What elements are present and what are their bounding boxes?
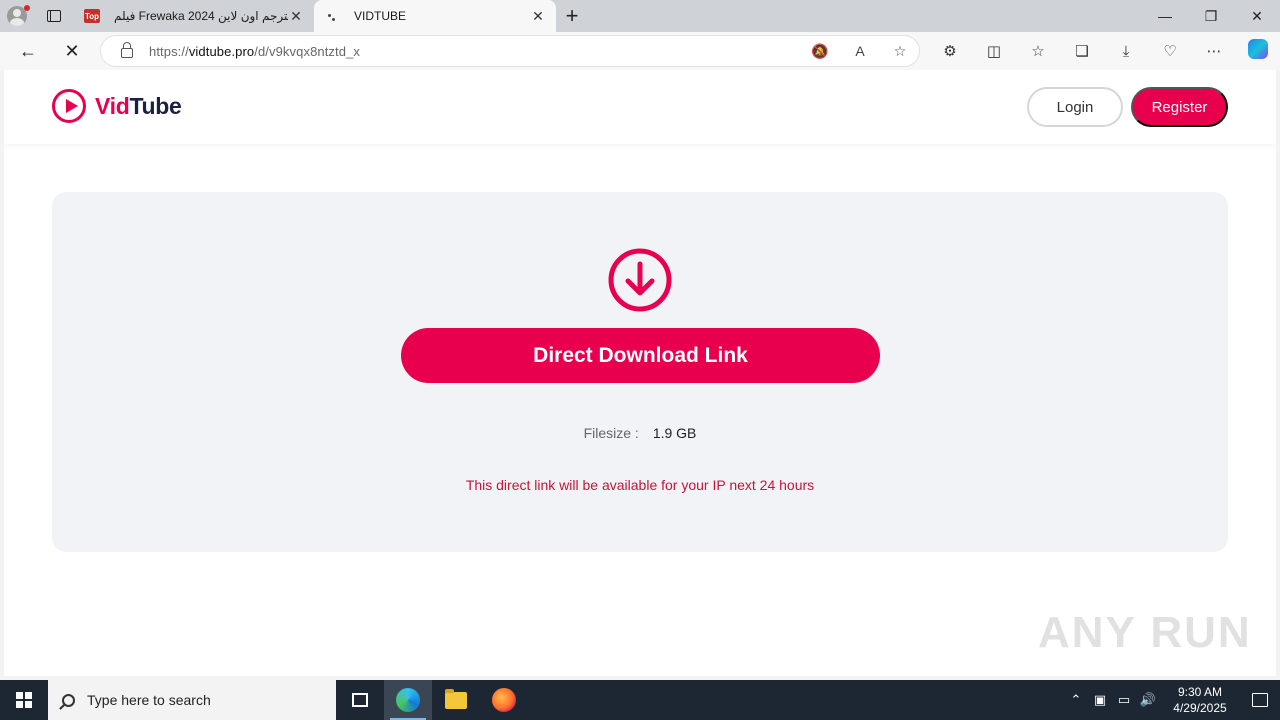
new-tab-button[interactable]: + — [556, 0, 588, 32]
url-path: /d/v9kvqx8ntztd_x — [254, 43, 361, 59]
extensions-icon[interactable]: ⚙ — [928, 42, 972, 60]
profile-button[interactable] — [0, 0, 34, 32]
taskbar-search[interactable]: Type here to search — [48, 680, 336, 720]
chevron-up-icon[interactable]: ⌃ — [1064, 692, 1088, 708]
notification-icon — [1252, 693, 1268, 707]
search-icon — [62, 693, 75, 707]
close-window-button[interactable]: ✕ — [1234, 0, 1280, 32]
edge-icon — [396, 688, 420, 712]
tab-strip: Top فيلم Frewaka 2024 مترجم اون لاين ✕ V… — [0, 0, 1280, 32]
collections-icon[interactable]: ❏ — [1060, 42, 1104, 60]
notifications-blocked-icon[interactable]: 🔕 — [811, 43, 829, 60]
task-view-icon — [352, 693, 368, 707]
filesize-label: Filesize : — [583, 425, 639, 441]
tab-title: VIDTUBE — [354, 9, 407, 23]
clock-time: 9:30 AM — [1177, 685, 1223, 699]
copilot-icon[interactable] — [1236, 39, 1280, 63]
filesize-row: Filesize : 1.9 GB — [52, 425, 1228, 441]
clock[interactable]: 9:30 AM 4/29/2025 — [1160, 684, 1240, 716]
browser-toolbar: ← ✕ https://vidtube.pro/d/v9kvqx8ntztd_x… — [0, 32, 1280, 70]
read-aloud-icon[interactable]: A — [851, 43, 869, 59]
back-button[interactable]: ← — [6, 32, 50, 70]
notification-center-button[interactable] — [1240, 680, 1280, 720]
firefox-taskbar-button[interactable] — [480, 680, 528, 720]
loading-icon — [324, 8, 340, 24]
url-text[interactable]: https://vidtube.pro/d/v9kvqx8ntztd_x — [149, 44, 360, 59]
firefox-icon — [492, 688, 516, 712]
downloads-icon[interactable]: ⤓ — [1104, 43, 1148, 60]
windows-logo-icon — [16, 692, 32, 708]
more-menu-icon[interactable]: ⋯ — [1192, 42, 1236, 60]
register-button[interactable]: Register — [1131, 87, 1228, 127]
file-explorer-button[interactable] — [432, 680, 480, 720]
web-page: VidTube Login Register Direct Download L… — [4, 70, 1276, 676]
meet-now-icon[interactable]: ▣ — [1088, 692, 1112, 708]
task-view-button[interactable] — [336, 680, 384, 720]
split-screen-icon[interactable]: ◫ — [972, 42, 1016, 60]
window-controls: — ❐ ✕ — [1142, 0, 1280, 32]
filesize-value: 1.9 GB — [652, 425, 697, 441]
browser-essentials-icon[interactable]: ♡ — [1148, 42, 1192, 60]
address-bar[interactable]: https://vidtube.pro/d/v9kvqx8ntztd_x 🔕 A… — [100, 35, 920, 67]
tab-actions-button[interactable] — [34, 0, 74, 32]
tab-title: فيلم Frewaka 2024 مترجم اون لاين — [114, 9, 288, 23]
login-button[interactable]: Login — [1027, 87, 1123, 127]
url-host: vidtube.pro — [188, 43, 255, 59]
download-card: Direct Download Link Filesize : 1.9 GB Th… — [52, 192, 1228, 552]
tab-actions-icon — [47, 10, 61, 22]
download-arrow-icon — [608, 248, 672, 312]
close-icon[interactable]: ✕ — [288, 8, 304, 25]
minimize-button[interactable]: — — [1142, 0, 1188, 32]
restore-button[interactable]: ❐ — [1188, 0, 1234, 32]
lock-icon[interactable] — [121, 42, 133, 58]
network-icon[interactable]: ▭ — [1112, 692, 1136, 708]
favorites-icon[interactable]: ☆ — [1016, 42, 1060, 60]
availability-notice: This direct link will be available for y… — [465, 477, 815, 493]
volume-icon[interactable]: 🔊 — [1136, 692, 1160, 708]
tab-vidtube[interactable]: VIDTUBE ✕ — [314, 0, 556, 32]
url-scheme: https:// — [149, 43, 189, 59]
favorite-star-icon[interactable]: ☆ — [891, 43, 909, 60]
stop-loading-button[interactable]: ✕ — [50, 32, 94, 70]
windows-taskbar: Type here to search ⌃ ▣ ▭ 🔊 9:30 AM 4/29… — [0, 680, 1280, 720]
site-logo[interactable]: VidTube — [52, 89, 182, 123]
edge-taskbar-button[interactable] — [384, 680, 432, 720]
system-tray: ⌃ ▣ ▭ 🔊 9:30 AM 4/29/2025 — [1064, 680, 1280, 720]
logo-text: VidTube — [95, 92, 182, 119]
anyrun-watermark: ANY RUN — [1038, 608, 1252, 657]
start-button[interactable] — [0, 680, 48, 720]
notification-dot — [24, 5, 30, 11]
clock-date: 4/29/2025 — [1173, 701, 1227, 715]
close-icon[interactable]: ✕ — [530, 8, 546, 25]
site-header: VidTube Login Register — [4, 70, 1276, 144]
play-logo-icon — [52, 89, 86, 123]
tab-movie[interactable]: Top فيلم Frewaka 2024 مترجم اون لاين ✕ — [74, 0, 314, 32]
folder-icon — [445, 688, 467, 709]
site-favicon-icon: Top — [84, 9, 100, 23]
direct-download-button[interactable]: Direct Download Link — [401, 328, 880, 383]
search-placeholder: Type here to search — [87, 692, 211, 708]
